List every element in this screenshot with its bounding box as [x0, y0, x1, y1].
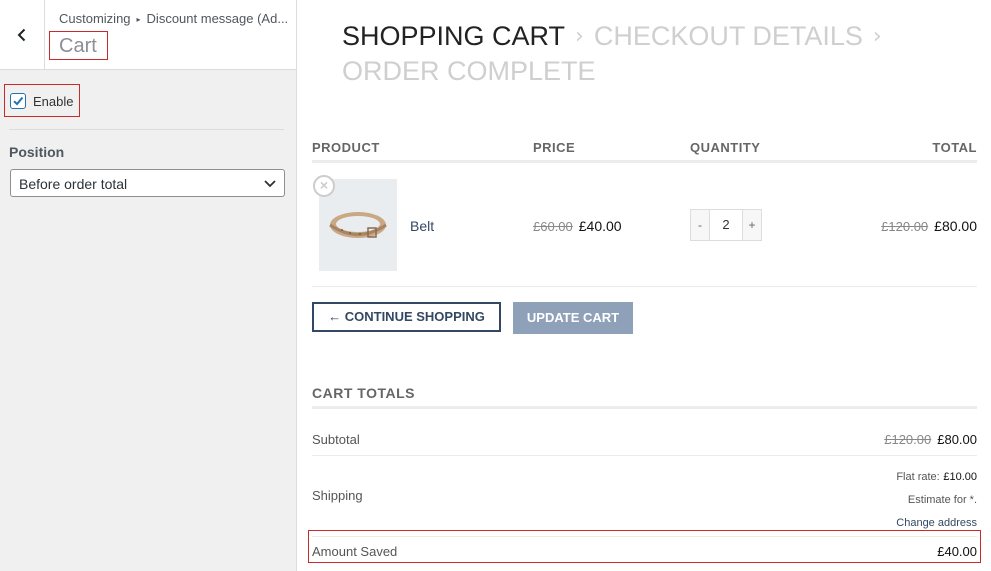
- quantity-decrease-button[interactable]: -: [691, 210, 710, 240]
- shipping-label: Shipping: [312, 488, 363, 503]
- line-total-original: £120.00: [881, 219, 929, 234]
- position-select-value: Before order total: [19, 176, 128, 192]
- quantity-stepper: - 2 +: [690, 209, 762, 241]
- price-original: £60.00: [533, 219, 573, 234]
- chevron-left-icon: [17, 28, 26, 41]
- chevron-down-icon: [264, 180, 276, 188]
- update-cart-button[interactable]: UPDATE CART: [513, 302, 633, 334]
- amount-saved-value: £40.00: [937, 544, 977, 559]
- amount-saved-label: Amount Saved: [312, 544, 398, 559]
- customizer-header: Customizing ▸ Discount message (Ad... Cart: [0, 0, 296, 70]
- line-total: £120.00 £80.00: [881, 218, 977, 236]
- step-shopping-cart[interactable]: SHOPPING CART: [342, 21, 565, 51]
- checkmark-icon: [13, 96, 24, 106]
- flat-rate: Flat rate: £10.00: [896, 468, 977, 483]
- position-select[interactable]: Before order total: [10, 169, 285, 197]
- divider: [312, 286, 977, 287]
- continue-shopping-button[interactable]: ← CONTINUE SHOPPING: [312, 302, 501, 332]
- subtotal-value: £120.00 £80.00: [884, 432, 977, 447]
- cart-totals-title: CART TOTALS: [312, 385, 415, 401]
- divider: [312, 406, 977, 409]
- breadcrumb-root: Customizing: [59, 11, 131, 26]
- remove-item-button[interactable]: ×: [313, 175, 335, 197]
- shipping-estimate: Estimate for *.: [907, 494, 977, 506]
- back-button[interactable]: [0, 0, 45, 69]
- step-checkout-details[interactable]: CHECKOUT DETAILS: [594, 21, 863, 51]
- price-discounted: £40.00: [578, 218, 622, 234]
- section-title: Cart: [49, 31, 108, 60]
- site-preview: SHOPPING CART › CHECKOUT DETAILS › ORDER COM…: [298, 0, 991, 571]
- quantity-input[interactable]: 2: [710, 210, 742, 240]
- customizer-sidebar: Customizing ▸ Discount message (Ad... Cart…: [0, 0, 297, 571]
- enable-control: Enable: [4, 84, 80, 117]
- divider: [312, 455, 977, 456]
- change-address-link[interactable]: Change address: [896, 517, 977, 529]
- line-total-discounted: £80.00: [934, 218, 977, 234]
- belt-image: [329, 212, 387, 238]
- step-arrow-icon: ›: [872, 24, 882, 49]
- col-price: PRICE: [533, 140, 576, 155]
- amount-saved-highlight: [308, 530, 981, 563]
- col-product: PRODUCT: [312, 140, 380, 155]
- enable-label: Enable: [33, 94, 74, 109]
- quantity-increase-button[interactable]: +: [742, 210, 761, 240]
- subtotal-discounted: £80.00: [937, 432, 977, 447]
- divider: [312, 160, 977, 163]
- subtotal-label: Subtotal: [312, 432, 360, 447]
- breadcrumb-separator-icon: ▸: [136, 15, 141, 24]
- enable-checkbox[interactable]: [10, 93, 26, 109]
- breadcrumb: Customizing ▸ Discount message (Ad...: [59, 11, 291, 26]
- flat-rate-label: Flat rate:: [896, 471, 940, 483]
- product-name-link[interactable]: Belt: [410, 218, 434, 234]
- col-quantity: QUANTITY: [690, 140, 761, 155]
- subtotal-original: £120.00: [884, 432, 932, 447]
- step-arrow-icon: ›: [575, 24, 584, 49]
- divider: [9, 129, 284, 130]
- col-total: TOTAL: [932, 140, 977, 155]
- step-order-complete: ORDER COMPLETE: [342, 56, 596, 86]
- flat-rate-value: £10.00: [943, 471, 977, 483]
- position-label: Position: [9, 144, 65, 160]
- checkout-steps: SHOPPING CART › CHECKOUT DETAILS › ORDER COM…: [342, 20, 962, 88]
- product-price: £60.00 £40.00: [533, 218, 622, 236]
- breadcrumb-child: Discount message (Ad...: [146, 11, 289, 26]
